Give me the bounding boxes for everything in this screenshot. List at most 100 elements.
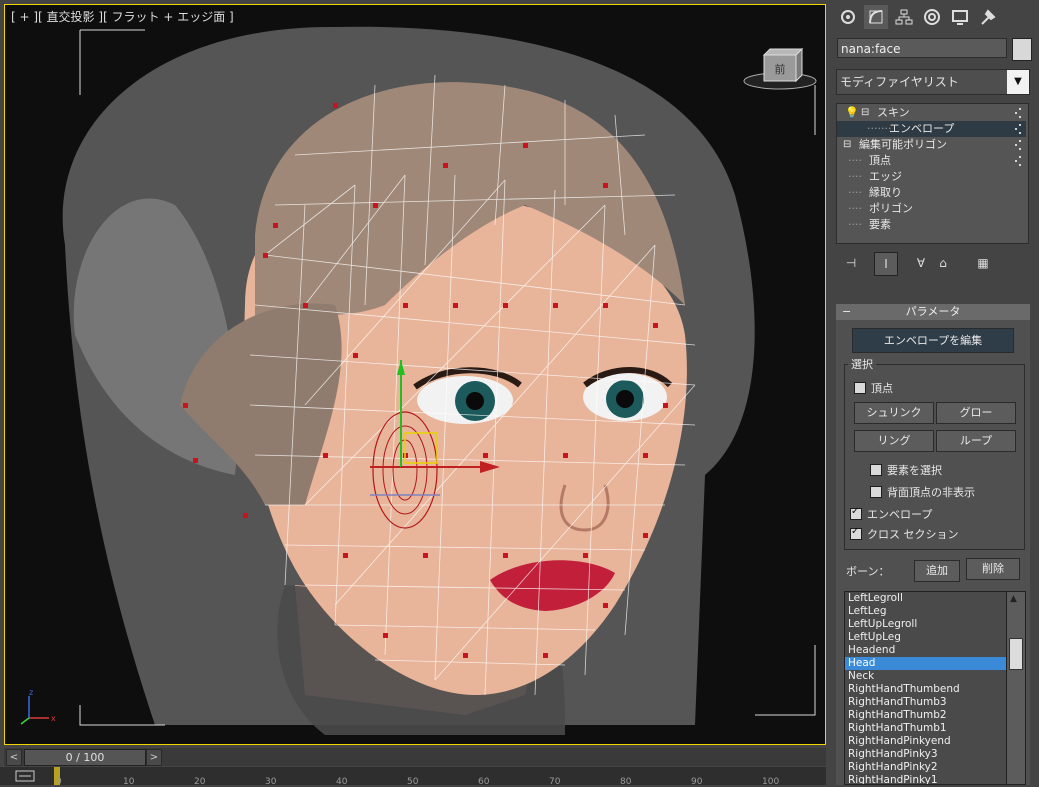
- time-slider[interactable]: < 0 / 100 >: [4, 748, 826, 766]
- chevron-down-icon[interactable]: ▼: [1007, 70, 1029, 94]
- remove-modifier-icon[interactable]: ⌂: [932, 252, 954, 274]
- remove-bone-button[interactable]: 削除: [966, 558, 1020, 580]
- checkbox-box[interactable]: [850, 526, 862, 540]
- track-tick-label: 50: [407, 777, 419, 787]
- parameters-rollout: − パラメータ エンベロープを編集 選択 頂点 シュリンク グロー リング ルー…: [836, 304, 1030, 785]
- perspective-viewport[interactable]: [ + ][ 直交投影 ][ フラット + エッジ面 ] 前 z x: [4, 4, 826, 745]
- rollout-header[interactable]: − パラメータ: [836, 304, 1030, 320]
- stack-item-skin[interactable]: 💡 ⊟ スキン: [837, 105, 1026, 121]
- envelopes-checkbox[interactable]: エンベロープ: [850, 506, 932, 522]
- collapse-box-icon[interactable]: ⊟: [843, 137, 851, 153]
- tree-connector: ····: [848, 218, 862, 231]
- key-filter-icon[interactable]: [14, 769, 36, 783]
- object-name-field[interactable]: nana:face: [837, 38, 1007, 58]
- stack-item-border[interactable]: ···· 縁取り: [837, 185, 1026, 201]
- track-tick-label: 0: [56, 777, 62, 787]
- add-bone-button[interactable]: 追加: [914, 560, 960, 582]
- bone-list-item[interactable]: LeftLeg: [845, 605, 1025, 618]
- loop-button[interactable]: ループ: [936, 430, 1016, 452]
- scrollbar-thumb[interactable]: [1009, 638, 1023, 670]
- backface-cull-label: 背面頂点の非表示: [887, 486, 975, 499]
- dotted-handle-icon: [1015, 156, 1021, 166]
- modifier-list-dropdown[interactable]: モディファイヤリスト ▼: [836, 69, 1030, 95]
- bone-list-item[interactable]: LeftLegroll: [845, 592, 1025, 605]
- motion-icon[interactable]: [920, 5, 944, 29]
- show-end-result-icon[interactable]: I: [874, 252, 898, 276]
- bone-list-item[interactable]: RightHandThumb3: [845, 696, 1025, 709]
- stack-item-element[interactable]: ···· 要素: [837, 217, 1026, 233]
- viewport-scene: [62, 26, 816, 735]
- select-element-label: 要素を選択: [887, 464, 942, 477]
- rollout-title: パラメータ: [905, 305, 961, 318]
- stack-item-vertex[interactable]: ···· 頂点: [837, 153, 1026, 169]
- tree-connector: ····: [848, 202, 862, 215]
- bone-list-item[interactable]: RightHandThumb1: [845, 722, 1025, 735]
- checkbox-box[interactable]: [854, 382, 866, 394]
- stack-toolbar: ⊣ I ∀ ⌂ ▦: [836, 252, 1030, 276]
- stack-item-polygon[interactable]: ···· ポリゴン: [837, 201, 1026, 217]
- edit-envelopes-button[interactable]: エンベロープを編集: [852, 328, 1014, 353]
- modifier-stack[interactable]: 💡 ⊟ スキン ······· エンベロープ ⊟ 編集可能ポリゴン ···· 頂…: [836, 103, 1029, 244]
- bone-list-item[interactable]: RightHandThumb2: [845, 709, 1025, 722]
- envelopes-label: エンベロープ: [867, 508, 933, 521]
- collapse-box-icon[interactable]: ⊟: [861, 105, 869, 121]
- stack-item-label: ポリゴン: [869, 202, 913, 215]
- bone-list-item[interactable]: RightHandPinky3: [845, 748, 1025, 761]
- rollout-collapse-icon[interactable]: −: [842, 304, 851, 320]
- display-icon[interactable]: [948, 5, 972, 29]
- time-slider-next-button[interactable]: >: [146, 749, 162, 766]
- svg-text:z: z: [29, 688, 33, 697]
- bone-list-item[interactable]: Neck: [845, 670, 1025, 683]
- bone-list-item[interactable]: Headend: [845, 644, 1025, 657]
- object-color-swatch[interactable]: [1012, 38, 1032, 61]
- hierarchy-icon[interactable]: [892, 5, 916, 29]
- select-element-checkbox[interactable]: 要素を選択: [870, 462, 942, 478]
- time-slider-prev-button[interactable]: <: [6, 749, 22, 766]
- stack-item-editable-poly[interactable]: ⊟ 編集可能ポリゴン: [837, 137, 1026, 153]
- stack-item-label: 編集可能ポリゴン: [859, 138, 947, 151]
- track-bar[interactable]: 0 10 20 30 40 50 60 70 80 90 100: [0, 767, 826, 787]
- checkbox-box[interactable]: [850, 506, 862, 520]
- cross-sections-checkbox[interactable]: クロス セクション: [850, 526, 959, 542]
- scroll-up-icon[interactable]: ▲: [1010, 594, 1017, 604]
- backface-cull-checkbox[interactable]: 背面頂点の非表示: [870, 484, 975, 500]
- tree-connector: ····: [848, 186, 862, 199]
- bone-list-item[interactable]: RightHandPinkyend: [845, 735, 1025, 748]
- bone-list[interactable]: LeftLegroll LeftLeg LeftUpLegroll LeftUp…: [844, 591, 1026, 785]
- checkbox-box[interactable]: [870, 464, 882, 476]
- cross-sections-label: クロス セクション: [867, 528, 959, 541]
- bone-list-item[interactable]: RightHandPinky2: [845, 761, 1025, 774]
- checkbox-box[interactable]: [870, 486, 882, 498]
- modify-icon[interactable]: [864, 5, 888, 29]
- stack-item-envelope[interactable]: ······· エンベロープ: [837, 121, 1026, 137]
- modifier-list-label: モディファイヤリスト: [840, 75, 959, 89]
- ring-button[interactable]: リング: [854, 430, 934, 452]
- vertices-checkbox[interactable]: 頂点: [854, 380, 893, 396]
- bone-list-item[interactable]: RightHandPinky1: [845, 774, 1025, 784]
- bone-list-item[interactable]: LeftUpLeg: [845, 631, 1025, 644]
- track-tick-label: 10: [123, 777, 135, 787]
- bone-list-item[interactable]: LeftUpLegroll: [845, 618, 1025, 631]
- dotted-handle-icon: [1015, 124, 1021, 134]
- viewcube[interactable]: 前: [740, 45, 820, 95]
- bone-list-item[interactable]: RightHandThumbend: [845, 683, 1025, 696]
- shrink-button[interactable]: シュリンク: [854, 402, 934, 424]
- configure-sets-icon[interactable]: ▦: [972, 252, 994, 274]
- viewcube-face-label: 前: [775, 62, 786, 76]
- bone-list-scrollbar[interactable]: ▲: [1006, 592, 1025, 784]
- stack-item-label: 縁取り: [869, 186, 902, 199]
- time-slider-thumb[interactable]: 0 / 100: [24, 749, 146, 766]
- make-unique-icon[interactable]: ∀: [910, 252, 932, 274]
- lightbulb-icon[interactable]: 💡: [845, 105, 859, 121]
- svg-text:x: x: [51, 714, 56, 723]
- utilities-icon[interactable]: [976, 5, 1000, 29]
- pin-stack-icon[interactable]: ⊣: [840, 252, 862, 274]
- stack-item-edge[interactable]: ···· エッジ: [837, 169, 1026, 185]
- track-tick-label: 40: [336, 777, 348, 787]
- viewport-label[interactable]: [ + ][ 直交投影 ][ フラット + エッジ面 ]: [11, 8, 234, 25]
- create-icon[interactable]: [836, 5, 860, 29]
- bone-list-item-selected[interactable]: Head: [845, 657, 1025, 670]
- grow-button[interactable]: グロー: [936, 402, 1016, 424]
- tree-connector: ·······: [867, 122, 892, 135]
- track-tick-label: 90: [691, 777, 703, 787]
